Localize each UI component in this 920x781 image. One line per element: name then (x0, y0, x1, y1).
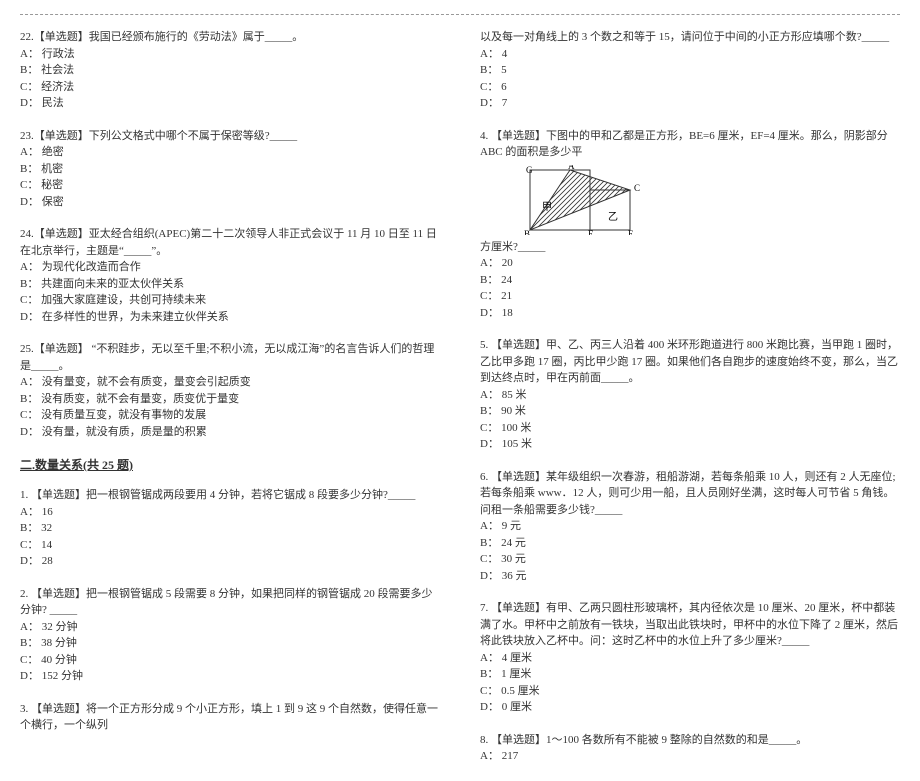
option-b: B： 24 (480, 272, 900, 289)
question-b3-cont: 以及每一对角线上的 3 个数之和等于 15，请问位于中间的小正方形应填哪个数?_… (480, 29, 900, 112)
question-b1: 1. 【单选题】把一根钢管锯成两段要用 4 分钟，若将它锯成 8 段要多少分钟?… (20, 487, 440, 570)
option-b: B： 32 (20, 520, 440, 537)
option-d: D： 在多样性的世界，为未来建立伙伴关系 (20, 309, 440, 326)
question-b4: 4. 【单选题】下图中的甲和乙都是正方形，BE=6 厘米，EF=4 厘米。那么，… (480, 128, 900, 322)
question-stem: 6. 【单选题】某年级组织一次春游，租船游湖，若每条船乘 10 人，则还有 2 … (480, 469, 900, 519)
right-column: 以及每一对角线上的 3 个数之和等于 15，请问位于中间的小正方形应填哪个数?_… (480, 29, 900, 781)
option-a: A： 32 分钟 (20, 619, 440, 636)
option-d: D： 105 米 (480, 436, 900, 453)
option-a: A： 4 厘米 (480, 650, 900, 667)
geometry-figure: G A C B E F 甲 乙 (520, 165, 900, 235)
option-c: C： 6 (480, 79, 900, 96)
question-stem: 2. 【单选题】把一根钢管锯成 5 段需要 8 分钟，如果把同样的钢管锯成 20… (20, 586, 440, 619)
question-b2: 2. 【单选题】把一根钢管锯成 5 段需要 8 分钟，如果把同样的钢管锯成 20… (20, 586, 440, 685)
option-b: B： 共建面向未来的亚太伙伴关系 (20, 276, 440, 293)
option-d: D： 18 (480, 305, 900, 322)
option-b: B： 机密 (20, 161, 440, 178)
question-stem: 24.【单选题】亚太经合组织(APEC)第二十二次领导人非正式会议于 11 月 … (20, 226, 440, 259)
option-b: B： 24 元 (480, 535, 900, 552)
label-yi: 乙 (608, 211, 618, 223)
option-c: C： 14 (20, 537, 440, 554)
question-23: 23.【单选题】下列公文格式中哪个不属于保密等级?_____ A： 绝密 B： … (20, 128, 440, 211)
option-a: A： 16 (20, 504, 440, 521)
question-stem: 7. 【单选题】有甲、乙两只圆柱形玻璃杯，其内径依次是 10 厘米、20 厘米，… (480, 600, 900, 650)
option-b: B： 社会法 (20, 62, 440, 79)
option-c: C： 经济法 (20, 79, 440, 96)
label-g: G (526, 165, 533, 175)
option-c: C： 40 分钟 (20, 652, 440, 669)
option-a: A： 为现代化改造而合作 (20, 259, 440, 276)
option-a: A： 没有量变，就不会有质变，量变会引起质变 (20, 374, 440, 391)
option-c: C： 没有质量互变，就没有事物的发展 (20, 407, 440, 424)
question-stem: 3. 【单选题】将一个正方形分成 9 个小正方形，填上 1 到 9 这 9 个自… (20, 701, 440, 734)
option-d: D： 28 (20, 553, 440, 570)
page-columns: 22.【单选题】我国已经颁布施行的《劳动法》属于_____。 A： 行政法 B：… (20, 29, 900, 781)
option-a: A： 4 (480, 46, 900, 63)
option-d: D： 没有量，就没有质，质是量的积累 (20, 424, 440, 441)
question-stem: 4. 【单选题】下图中的甲和乙都是正方形，BE=6 厘米，EF=4 厘米。那么，… (480, 128, 900, 161)
question-stem: 25.【单选题】 “不积跬步，无以至千里;不积小流，无以成江海”的名言告诉人们的… (20, 341, 440, 374)
option-b: B： 90 米 (480, 403, 900, 420)
section-title: 二.数量关系(共 25 题) (20, 456, 440, 473)
option-c: C： 0.5 厘米 (480, 683, 900, 700)
label-e: E (588, 229, 594, 235)
option-d: D： 保密 (20, 194, 440, 211)
option-d: D： 民法 (20, 95, 440, 112)
question-b3: 3. 【单选题】将一个正方形分成 9 个小正方形，填上 1 到 9 这 9 个自… (20, 701, 440, 734)
option-c: C： 30 元 (480, 551, 900, 568)
question-stem: 8. 【单选题】1～100 各数所有不能被 9 整除的自然数的和是_____。 (480, 732, 900, 749)
option-b: B： 1 厘米 (480, 666, 900, 683)
question-stem: 23.【单选题】下列公文格式中哪个不属于保密等级?_____ (20, 128, 440, 145)
question-stem: 以及每一对角线上的 3 个数之和等于 15，请问位于中间的小正方形应填哪个数?_… (480, 29, 900, 46)
option-a: A： 85 米 (480, 387, 900, 404)
question-b8: 8. 【单选题】1～100 各数所有不能被 9 整除的自然数的和是_____。 … (480, 732, 900, 765)
question-b6: 6. 【单选题】某年级组织一次春游，租船游湖，若每条船乘 10 人，则还有 2 … (480, 469, 900, 585)
label-a: A (568, 165, 575, 171)
option-b: B： 没有质变，就不会有量变，质变优于量变 (20, 391, 440, 408)
geometry-svg: G A C B E F 甲 乙 (520, 165, 670, 235)
option-a: A： 9 元 (480, 518, 900, 535)
header-divider (20, 14, 900, 15)
label-f: F (628, 229, 633, 235)
option-d: D： 0 厘米 (480, 699, 900, 716)
option-a: A： 绝密 (20, 144, 440, 161)
question-stem-cont: 方厘米?_____ (480, 239, 900, 256)
option-b: B： 38 分钟 (20, 635, 440, 652)
question-stem: 22.【单选题】我国已经颁布施行的《劳动法》属于_____。 (20, 29, 440, 46)
label-c: C (634, 183, 640, 193)
option-d: D： 152 分钟 (20, 668, 440, 685)
option-a: A： 20 (480, 255, 900, 272)
option-a: A： 217 (480, 748, 900, 765)
question-25: 25.【单选题】 “不积跬步，无以至千里;不积小流，无以成江海”的名言告诉人们的… (20, 341, 440, 440)
option-c: C： 100 米 (480, 420, 900, 437)
option-d: D： 36 元 (480, 568, 900, 585)
question-stem: 1. 【单选题】把一根钢管锯成两段要用 4 分钟，若将它锯成 8 段要多少分钟?… (20, 487, 440, 504)
label-jia: 甲 (542, 202, 552, 213)
option-d: D： 7 (480, 95, 900, 112)
option-c: C： 秘密 (20, 177, 440, 194)
option-a: A： 行政法 (20, 46, 440, 63)
left-column: 22.【单选题】我国已经颁布施行的《劳动法》属于_____。 A： 行政法 B：… (20, 29, 440, 781)
option-c: C： 21 (480, 288, 900, 305)
question-22: 22.【单选题】我国已经颁布施行的《劳动法》属于_____。 A： 行政法 B：… (20, 29, 440, 112)
question-24: 24.【单选题】亚太经合组织(APEC)第二十二次领导人非正式会议于 11 月 … (20, 226, 440, 325)
question-b5: 5. 【单选题】甲、乙、丙三人沿着 400 米环形跑道进行 800 米跑比赛，当… (480, 337, 900, 453)
option-c: C： 加强大家庭建设，共创可持续未来 (20, 292, 440, 309)
question-stem: 5. 【单选题】甲、乙、丙三人沿着 400 米环形跑道进行 800 米跑比赛，当… (480, 337, 900, 387)
option-b: B： 5 (480, 62, 900, 79)
question-b7: 7. 【单选题】有甲、乙两只圆柱形玻璃杯，其内径依次是 10 厘米、20 厘米，… (480, 600, 900, 716)
label-b: B (524, 229, 530, 235)
